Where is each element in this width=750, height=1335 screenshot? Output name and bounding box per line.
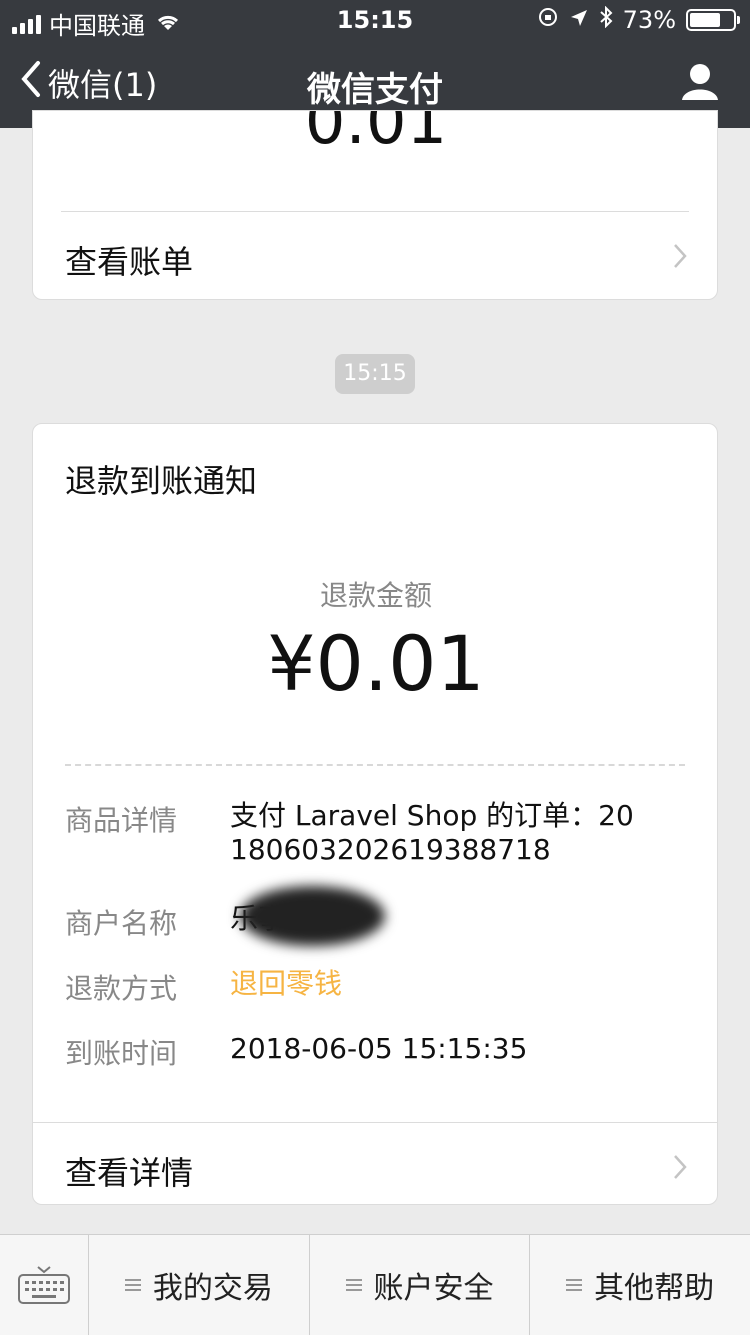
page-title: 微信支付 xyxy=(307,70,443,110)
menu-label: 账户安全 xyxy=(373,1271,494,1306)
divider xyxy=(61,211,689,212)
menu-lines-icon xyxy=(345,1276,362,1294)
view-details-label: 查看详情 xyxy=(65,1154,194,1192)
view-bill-label: 查看账单 xyxy=(65,243,194,281)
view-bill-link[interactable]: 查看账单 xyxy=(33,213,717,299)
status-right: 73% xyxy=(537,5,740,34)
redaction-blur xyxy=(240,886,385,946)
card-heading: 退款到账通知 xyxy=(65,462,258,500)
detail-key: 到账时间 xyxy=(65,1037,178,1070)
detail-key: 商户名称 xyxy=(65,907,178,940)
refund-notification-card: 退款到账通知 退款金额 ¥0.01 商品详情 支付 Laravel Shop 的… xyxy=(32,423,718,1205)
battery-icon xyxy=(686,9,740,31)
orientation-lock-icon xyxy=(537,6,559,34)
menu-other-help[interactable]: 其他帮助 xyxy=(530,1235,750,1335)
detail-value: 2018-06-05 15:15:35 xyxy=(230,1032,528,1065)
chevron-right-icon xyxy=(673,1154,687,1184)
menu-label: 其他帮助 xyxy=(594,1271,715,1306)
detail-value: 支付 Laravel Shop 的订单：20180603202619388718 xyxy=(230,799,634,866)
detail-value: 退回零钱 xyxy=(230,967,343,1000)
menu-lines-icon xyxy=(124,1276,141,1294)
chevron-right-icon xyxy=(673,243,687,273)
refund-amount: ¥0.01 xyxy=(267,619,485,708)
detail-key: 商品详情 xyxy=(65,804,178,837)
amount-label: 退款金额 xyxy=(319,579,432,612)
menu-my-transactions[interactable]: 我的交易 xyxy=(89,1235,310,1335)
previous-message-card: 0.01 查看账单 xyxy=(32,110,718,300)
keyboard-icon xyxy=(18,1265,70,1309)
menu-account-security[interactable]: 账户安全 xyxy=(310,1235,531,1335)
bluetooth-icon xyxy=(599,5,613,34)
bottom-toolbar: 我的交易 账户安全 其他帮助 xyxy=(0,1234,750,1335)
detail-key: 退款方式 xyxy=(65,972,178,1005)
status-bar: 中国联通 15:15 73% xyxy=(0,0,750,40)
view-details-link[interactable]: 查看详情 xyxy=(33,1124,719,1212)
previous-amount: 0.01 xyxy=(304,110,448,159)
message-timestamp: 15:15 xyxy=(335,354,415,394)
user-icon[interactable] xyxy=(680,62,720,106)
menu-label: 我的交易 xyxy=(152,1271,273,1306)
battery-percent: 73% xyxy=(622,6,676,34)
dashed-divider xyxy=(65,764,685,766)
top-bar: 中国联通 15:15 73% 微信(1) 微信支付 xyxy=(0,0,750,128)
menu-lines-icon xyxy=(566,1276,583,1294)
keyboard-toggle-button[interactable] xyxy=(0,1235,89,1335)
divider xyxy=(33,1122,717,1123)
location-icon xyxy=(569,6,589,34)
